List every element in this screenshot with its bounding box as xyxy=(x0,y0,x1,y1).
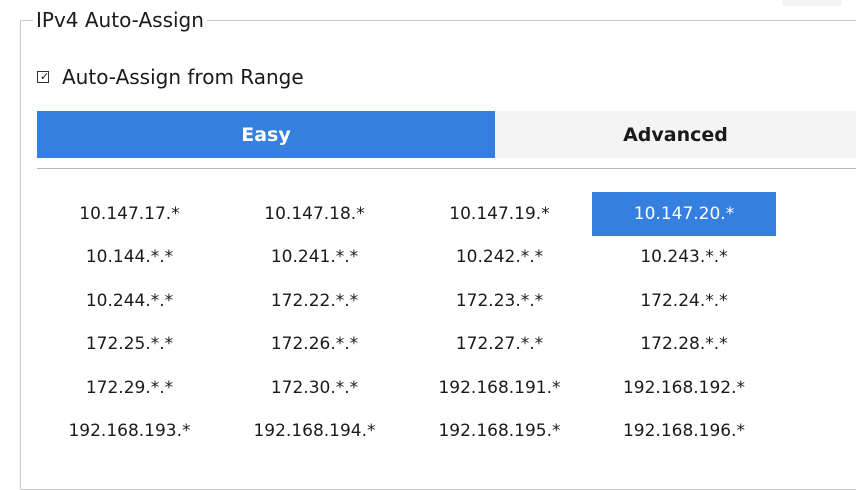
groupbox-title: IPv4 Auto-Assign xyxy=(33,7,207,33)
auto-assign-checkbox[interactable]: ✓ xyxy=(37,71,49,83)
assign-mode-tabs: Easy Advanced xyxy=(37,111,856,158)
range-option[interactable]: 192.168.191.* xyxy=(407,366,592,410)
range-option-selected[interactable]: 10.147.20.* xyxy=(592,192,776,236)
range-option[interactable]: 10.243.*.* xyxy=(592,236,776,280)
tab-easy[interactable]: Easy xyxy=(37,111,495,158)
range-option[interactable]: 172.30.*.* xyxy=(222,366,407,410)
auto-assign-checkbox-row[interactable]: ✓ Auto-Assign from Range xyxy=(37,64,304,90)
range-option[interactable]: 192.168.194.* xyxy=(222,410,407,454)
range-option[interactable]: 192.168.195.* xyxy=(407,410,592,454)
range-option[interactable]: 172.25.*.* xyxy=(37,323,222,367)
range-option[interactable]: 10.244.*.* xyxy=(37,279,222,323)
range-option[interactable]: 10.147.18.* xyxy=(222,192,407,236)
range-option[interactable]: 10.147.17.* xyxy=(37,192,222,236)
range-option[interactable]: 172.29.*.* xyxy=(37,366,222,410)
range-option[interactable]: 172.24.*.* xyxy=(592,279,776,323)
range-option[interactable]: 172.27.*.* xyxy=(407,323,592,367)
tab-advanced[interactable]: Advanced xyxy=(495,111,856,158)
range-option[interactable]: 10.241.*.* xyxy=(222,236,407,280)
range-option[interactable]: 172.23.*.* xyxy=(407,279,592,323)
range-option[interactable]: 172.22.*.* xyxy=(222,279,407,323)
range-option[interactable]: 10.144.*.* xyxy=(37,236,222,280)
tab-divider xyxy=(37,168,856,169)
checkmark-icon: ✓ xyxy=(40,70,50,83)
range-grid: 10.147.17.* 10.147.18.* 10.147.19.* 10.1… xyxy=(37,192,776,453)
range-option[interactable]: 10.242.*.* xyxy=(407,236,592,280)
range-option[interactable]: 172.28.*.* xyxy=(592,323,776,367)
range-option[interactable]: 192.168.192.* xyxy=(592,366,776,410)
range-option[interactable]: 172.26.*.* xyxy=(222,323,407,367)
range-option[interactable]: 192.168.193.* xyxy=(37,410,222,454)
auto-assign-label[interactable]: Auto-Assign from Range xyxy=(62,64,304,90)
window-edge-decoration xyxy=(782,0,842,6)
range-option[interactable]: 10.147.19.* xyxy=(407,192,592,236)
range-option[interactable]: 192.168.196.* xyxy=(592,410,776,454)
